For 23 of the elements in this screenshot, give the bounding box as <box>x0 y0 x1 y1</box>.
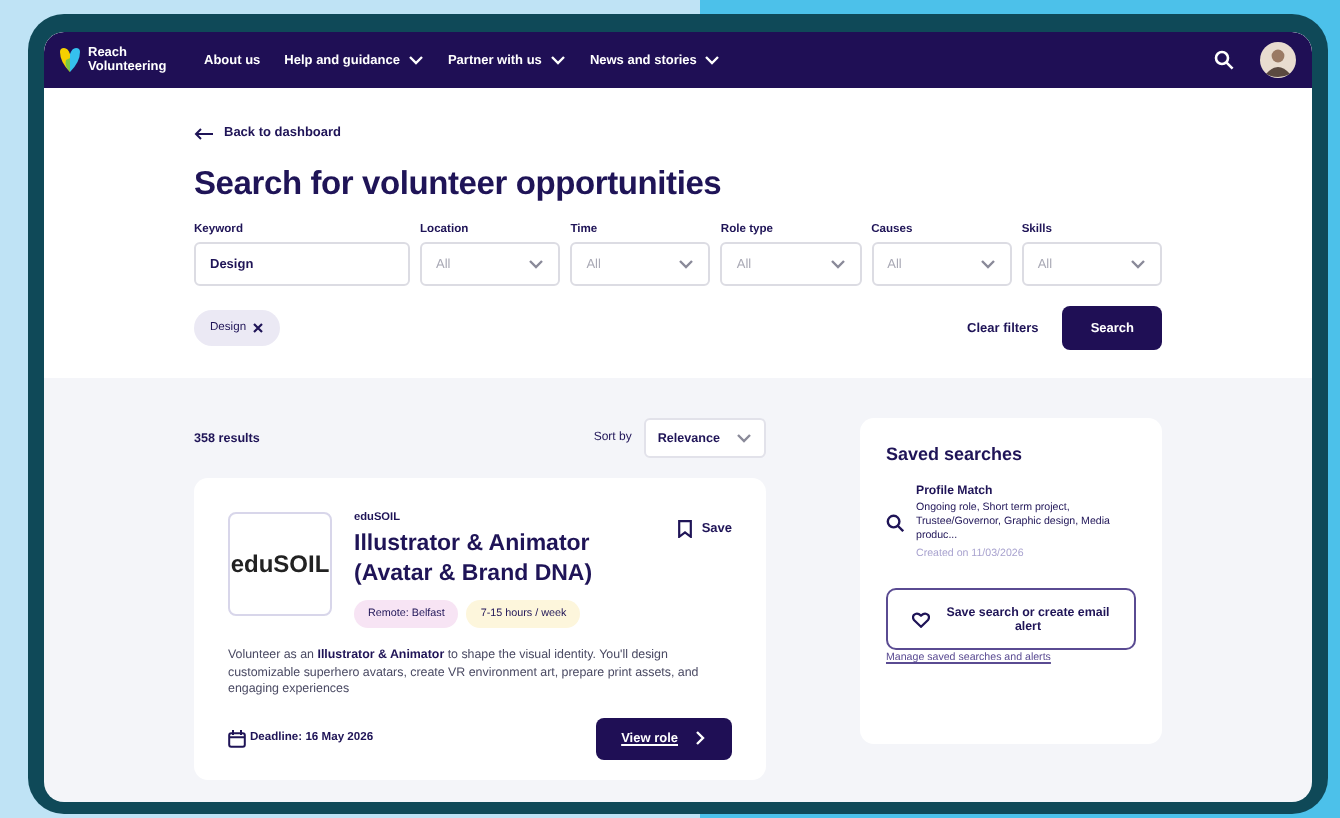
search-icon <box>1214 50 1234 70</box>
role-title: Illustrator & Animator (Avatar & Brand DNA) <box>354 530 595 590</box>
chevron-down-icon <box>829 258 846 270</box>
avatar-icon <box>1260 42 1296 78</box>
organisation-logo: eduSOIL <box>228 512 332 616</box>
chevron-down-icon <box>407 54 424 66</box>
chevron-down-icon <box>549 54 566 66</box>
page-title: Search for volunteer opportunities <box>194 166 724 204</box>
heart-logo-icon <box>58 48 82 72</box>
chevron-down-icon <box>678 258 695 270</box>
calendar-icon <box>228 729 246 747</box>
bookmark-icon <box>677 520 692 538</box>
search-icon <box>886 513 904 531</box>
chevron-down-icon <box>528 258 545 270</box>
heart-icon <box>912 611 930 627</box>
panel-title: Saved searches <box>886 444 1025 464</box>
chevron-down-icon <box>1130 258 1147 270</box>
chevron-right-icon <box>694 730 706 746</box>
chevron-down-icon <box>736 432 752 444</box>
chevron-down-icon <box>704 54 721 66</box>
close-icon <box>252 322 265 334</box>
chevron-down-icon <box>979 258 996 270</box>
arrow-left-icon <box>194 127 214 139</box>
